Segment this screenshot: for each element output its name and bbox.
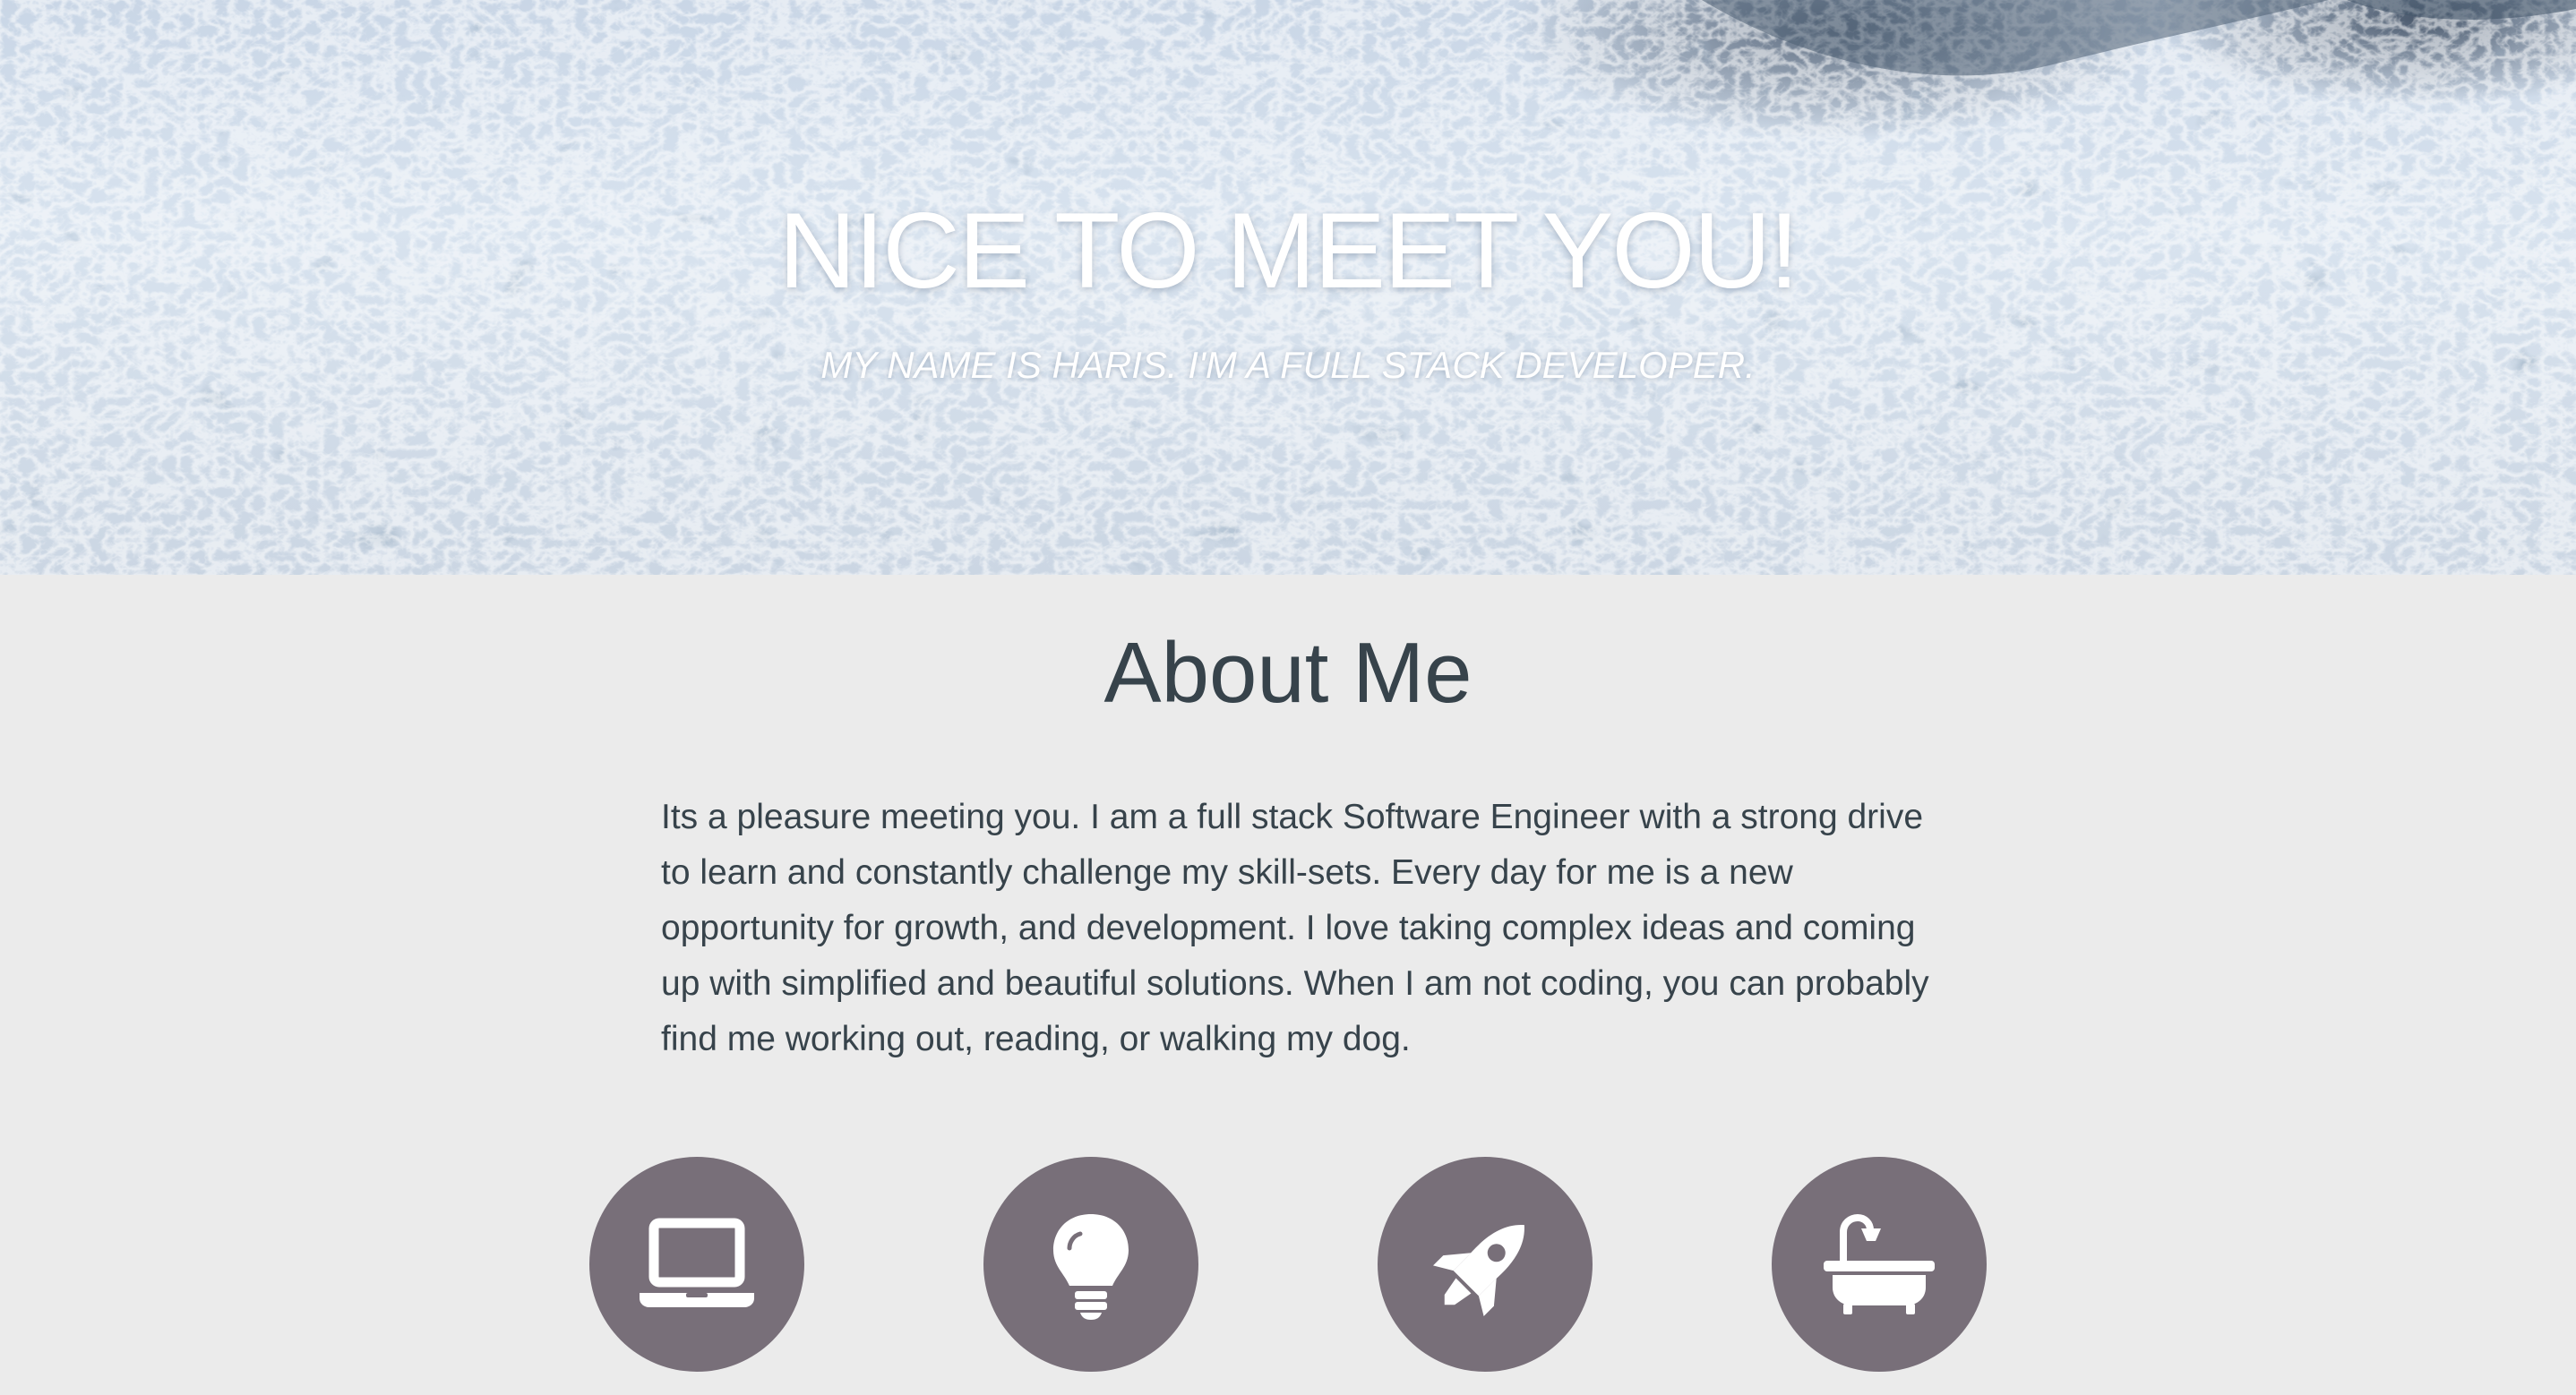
bathtub-feature <box>1772 1157 1987 1372</box>
lightbulb-icon <box>1053 1214 1129 1320</box>
laptop-icon <box>640 1218 754 1307</box>
about-title: About Me <box>1103 625 1473 721</box>
bathtub-icon <box>1824 1213 1935 1314</box>
about-description: Its a pleasure meeting you. I am a full … <box>661 798 1929 1058</box>
about-section: About Me Its a pleasure meeting you. I a… <box>0 575 2576 1395</box>
hero-subtitle: MY NAME IS HARIS. I'M A FULL STACK DEVEL… <box>820 344 1756 386</box>
hero-banner: NICE TO MEET YOU! MY NAME IS HARIS. I'M … <box>0 0 2576 575</box>
rocket-icon <box>1433 1225 1524 1316</box>
rocket-feature <box>1378 1157 1593 1372</box>
lightbulb-feature <box>983 1157 1198 1372</box>
laptop-feature <box>589 1157 804 1372</box>
hero-title: NICE TO MEET YOU! <box>778 191 1799 311</box>
